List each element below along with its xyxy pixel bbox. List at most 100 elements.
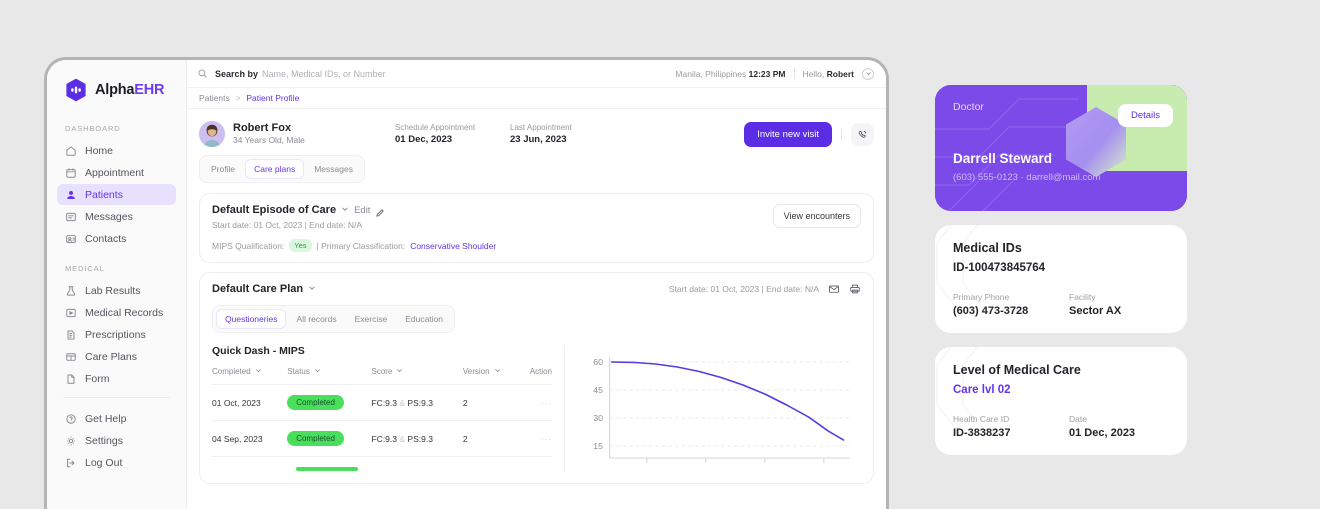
episode-title-row: Default Episode of Care Edit <box>212 204 385 217</box>
view-encounters-button[interactable]: View encounters <box>772 204 861 228</box>
sidebar-item-lab-results[interactable]: Lab Results <box>57 280 176 301</box>
tab-messages[interactable]: Messages <box>306 160 361 178</box>
sidebar-item-prescriptions[interactable]: Prescriptions <box>57 324 176 345</box>
sidebar-section-medical: MEDICAL <box>65 264 105 273</box>
column-status[interactable]: Status <box>287 367 371 385</box>
phone-icon[interactable] <box>851 122 874 146</box>
quick-dash-table: Completed Status Score Version Action 01… <box>212 367 552 473</box>
table-row[interactable]: 01 Oct, 2023 Completed FC:9.3 & PS:9.3 2… <box>212 384 553 421</box>
cell-action[interactable]: ··· <box>518 384 553 421</box>
facility-label: Facility <box>1069 292 1096 302</box>
chevron-down-icon[interactable] <box>341 205 349 215</box>
column-version[interactable]: Version <box>463 367 519 385</box>
column-label: Completed <box>212 367 251 376</box>
score-separator: & <box>399 397 406 408</box>
primary-phone-field: Primary Phone (603) 473-3728 <box>953 292 1049 317</box>
search-icon[interactable] <box>197 68 208 79</box>
app-window: AlphaEHR DASHBOARD Home Appointment Pati… <box>44 57 889 509</box>
sidebar-item-form[interactable]: Form <box>57 368 176 389</box>
greeting[interactable]: Hello, Robert <box>803 69 855 79</box>
edit-label[interactable]: Edit <box>354 205 370 216</box>
tab-education[interactable]: Education <box>397 310 451 328</box>
chevron-down-icon <box>494 367 501 376</box>
sidebar-item-settings[interactable]: Settings <box>57 430 176 451</box>
pencil-icon[interactable] <box>375 205 385 217</box>
location-time: Manila, Philippines 12:23 PM <box>675 69 785 79</box>
sidebar-item-contacts[interactable]: Contacts <box>57 228 176 249</box>
sidebar-item-home[interactable]: Home <box>57 140 176 161</box>
column-score[interactable]: Score <box>371 367 462 385</box>
contact-card-icon <box>65 233 77 245</box>
last-appointment-field: Last Appointment 23 Jun, 2023 <box>510 122 625 146</box>
breadcrumb-separator: > <box>235 93 241 103</box>
column-completed[interactable]: Completed <box>212 367 287 385</box>
health-care-id-label: Health Care ID <box>953 414 1010 424</box>
sidebar-item-medical-records[interactable]: Medical Records <box>57 302 176 323</box>
more-options-icon[interactable]: ··· <box>541 434 553 444</box>
classification-link[interactable]: Conservative Shoulder <box>410 241 496 251</box>
chart-axes <box>609 357 851 463</box>
primary-phone-value: (603) 473-3728 <box>953 305 1029 317</box>
schedule-appointment-value: 01 Dec, 2023 <box>395 133 453 145</box>
mips-badge: Yes <box>289 239 312 252</box>
status-badge: Completed <box>287 431 344 446</box>
sidebar-item-label: Care Plans <box>85 350 137 363</box>
patient-header: Robert Fox 34 Years Old, Male Schedule A… <box>199 119 874 155</box>
envelope-icon[interactable] <box>828 283 840 295</box>
health-care-id-value: ID-3838237 <box>953 427 1011 439</box>
brand-name-part1: Alpha <box>95 82 135 98</box>
chevron-down-icon[interactable] <box>308 284 316 294</box>
tab-profile[interactable]: Profile <box>203 160 243 178</box>
sidebar-item-label: Prescriptions <box>85 328 146 341</box>
sidebar-item-get-help[interactable]: Get Help <box>57 408 176 429</box>
last-appointment-value: 23 Jun, 2023 <box>510 133 567 145</box>
score-ps: PS:9.3 <box>407 433 433 444</box>
sidebar-item-label: Form <box>85 372 110 385</box>
cell-action[interactable]: ··· <box>518 420 553 457</box>
level-of-care-value[interactable]: Care lvl 02 <box>953 384 1169 396</box>
episode-of-care-card: Default Episode of Care Edit Start date:… <box>199 193 874 263</box>
chevron-down-icon[interactable] <box>862 67 874 80</box>
doctor-card: Doctor Details Darrell Steward (603) 555… <box>935 85 1187 211</box>
tab-all-records[interactable]: All records <box>288 310 344 328</box>
breadcrumb-current: Patient Profile <box>246 93 300 103</box>
user-icon <box>65 189 77 201</box>
sidebar-item-care-plans[interactable]: Care Plans <box>57 346 176 367</box>
location-label: Manila, Philippines <box>675 68 747 79</box>
episode-title: Default Episode of Care <box>212 204 337 216</box>
table-icon <box>65 351 77 363</box>
episode-dates: Start date: 01 Oct, 2023 | End date: N/A <box>212 220 363 230</box>
search-placeholder: Name, Medical IDs, or Number <box>262 68 386 79</box>
score-chart-panel: 60 45 30 15 <box>564 345 861 473</box>
column-label: Score <box>371 367 393 376</box>
cell-completed: 04 Sep, 2023 <box>212 420 288 457</box>
sidebar-item-appointment[interactable]: Appointment <box>57 162 176 183</box>
sidebar-item-label: Contacts <box>85 232 127 245</box>
search-input[interactable]: Search by Name, Medical IDs, or Number <box>215 69 668 79</box>
printer-icon[interactable] <box>849 283 861 295</box>
table-row[interactable]: 04 Sep, 2023 Completed FC:9.3 & PS:9.3 2… <box>212 420 553 457</box>
more-options-icon[interactable]: ··· <box>541 398 553 408</box>
table-row[interactable] <box>212 456 552 473</box>
tab-care-plans[interactable]: Care plans <box>245 159 305 179</box>
facility-field: Facility Sector AX <box>1069 292 1165 317</box>
details-button[interactable]: Details <box>1117 104 1173 127</box>
score-fc: FC:9.3 <box>371 397 397 408</box>
sidebar-item-patients[interactable]: Patients <box>57 184 176 205</box>
table-title: Quick Dash - MIPS <box>212 345 305 357</box>
tab-questioneries[interactable]: Questioneries <box>216 309 287 329</box>
chevron-down-icon <box>255 367 262 376</box>
brand-logo[interactable]: AlphaEHR <box>57 76 176 102</box>
breadcrumb-parent[interactable]: Patients <box>199 93 230 103</box>
sidebar-item-messages[interactable]: Messages <box>57 206 176 227</box>
prescription-icon <box>65 329 77 341</box>
screen: AlphaEHR DASHBOARD Home Appointment Pati… <box>0 0 1320 509</box>
table-body: 01 Oct, 2023 Completed FC:9.3 & PS:9.3 2… <box>212 384 553 473</box>
sidebar-item-log-out[interactable]: Log Out <box>57 452 176 473</box>
y-tick-label: 45 <box>593 385 603 395</box>
invite-new-visit-button[interactable]: Invite new visit <box>744 121 832 147</box>
sidebar-item-label: Log Out <box>85 456 123 469</box>
column-label: Version <box>462 367 490 376</box>
tab-exercise[interactable]: Exercise <box>347 310 396 328</box>
doctor-name: Darrell Steward <box>953 151 1053 166</box>
